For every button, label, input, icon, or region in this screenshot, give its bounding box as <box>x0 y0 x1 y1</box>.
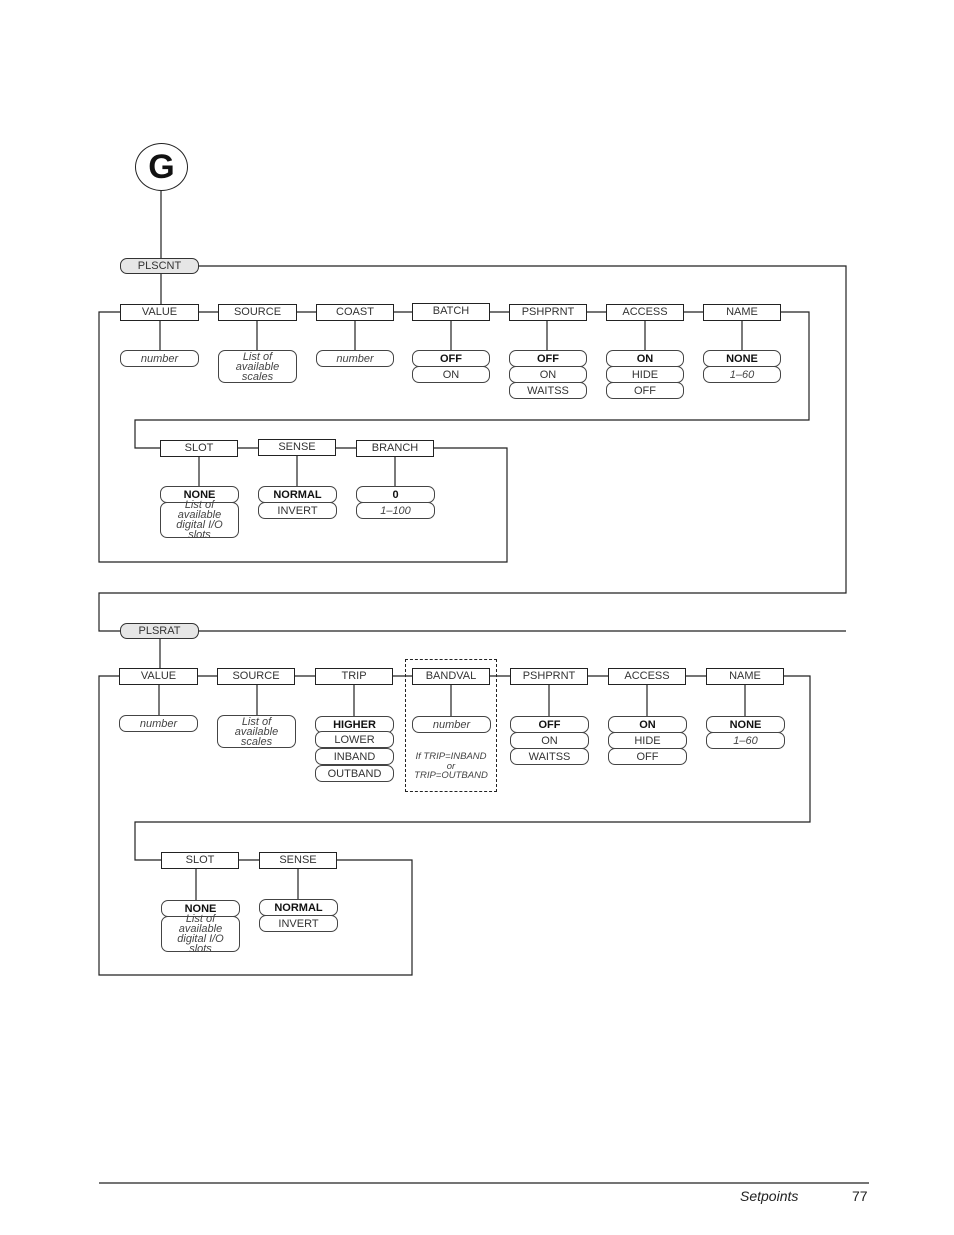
option-access-hide[interactable]: HIDE <box>606 366 684 383</box>
option-sense-invert[interactable]: INVERT <box>258 502 337 519</box>
menu-branch[interactable]: BRANCH <box>356 440 434 457</box>
menu-batch[interactable]: BATCH <box>412 303 490 321</box>
menu-pshprnt[interactable]: PSHPRNT <box>510 668 588 685</box>
option-trip-outband[interactable]: OUTBAND <box>315 765 394 782</box>
option-trip-lower[interactable]: LOWER <box>315 731 394 748</box>
menu-source[interactable]: SOURCE <box>218 304 297 321</box>
option-slot-list[interactable]: List of available digital I/O slots <box>160 500 239 541</box>
menu-slot[interactable]: SLOT <box>160 440 238 457</box>
option-access-on[interactable]: ON <box>608 716 687 733</box>
option-sense-normal[interactable]: NORMAL <box>258 486 337 503</box>
option-name-none[interactable]: NONE <box>703 350 781 367</box>
option-access-off[interactable]: OFF <box>606 382 684 399</box>
option-value-number[interactable]: number <box>119 715 198 732</box>
menu-root-plscnt[interactable]: PLSCNT <box>120 258 199 274</box>
menu-value[interactable]: VALUE <box>120 304 199 321</box>
menu-coast[interactable]: COAST <box>316 304 394 321</box>
option-pshprnt-off[interactable]: OFF <box>510 716 589 733</box>
menu-name[interactable]: NAME <box>706 668 784 685</box>
option-slot-list[interactable]: List of available digital I/O slots <box>161 914 240 955</box>
option-name-range[interactable]: 1–60 <box>703 366 781 383</box>
footer-section-title: Setpoints <box>740 1188 799 1204</box>
note-line: TRIP=OUTBAND <box>414 770 488 781</box>
entry-marker-label: G <box>148 147 175 186</box>
connector-lines <box>98 191 869 1184</box>
menu-access[interactable]: ACCESS <box>606 304 684 321</box>
option-branch-zero[interactable]: 0 <box>356 486 435 503</box>
menu-source[interactable]: SOURCE <box>217 668 295 685</box>
option-sense-normal[interactable]: NORMAL <box>259 899 338 916</box>
option-batch-off[interactable]: OFF <box>412 350 490 367</box>
option-pshprnt-off[interactable]: OFF <box>509 350 587 367</box>
bandval-condition-note: If TRIP=INBAND or TRIP=OUTBAND <box>407 752 495 781</box>
menu-slot[interactable]: SLOT <box>161 852 239 869</box>
option-access-on[interactable]: ON <box>606 350 684 367</box>
menu-trip[interactable]: TRIP <box>315 668 393 685</box>
option-value-number[interactable]: number <box>120 350 199 367</box>
option-branch-range[interactable]: 1–100 <box>356 502 435 519</box>
menu-sense[interactable]: SENSE <box>259 852 337 869</box>
option-pshprnt-on[interactable]: ON <box>510 732 589 749</box>
option-source-scales[interactable]: List of available scales <box>217 715 296 748</box>
menu-pshprnt[interactable]: PSHPRNT <box>509 304 587 321</box>
menu-value[interactable]: VALUE <box>119 668 198 685</box>
option-access-hide[interactable]: HIDE <box>608 732 687 749</box>
option-batch-on[interactable]: ON <box>412 366 490 383</box>
option-access-off[interactable]: OFF <box>608 748 687 765</box>
menu-access[interactable]: ACCESS <box>608 668 686 685</box>
option-source-scales[interactable]: List of available scales <box>218 350 297 383</box>
option-name-none[interactable]: NONE <box>706 716 785 733</box>
option-pshprnt-waitss[interactable]: WAITSS <box>509 382 587 399</box>
footer-page-number: 77 <box>852 1188 868 1204</box>
option-coast-number[interactable]: number <box>316 350 394 367</box>
option-sense-invert[interactable]: INVERT <box>259 915 338 932</box>
option-pshprnt-waitss[interactable]: WAITSS <box>510 748 589 765</box>
option-name-range[interactable]: 1–60 <box>706 732 785 749</box>
option-bandval-number[interactable]: number <box>412 716 491 733</box>
menu-sense[interactable]: SENSE <box>258 439 336 456</box>
entry-marker-circle: G <box>135 143 188 191</box>
menu-bandval[interactable]: BANDVAL <box>412 668 490 685</box>
option-trip-inband[interactable]: INBAND <box>315 748 394 765</box>
menu-name[interactable]: NAME <box>703 304 781 321</box>
menu-root-plsrat[interactable]: PLSRAT <box>120 623 199 639</box>
option-pshprnt-on[interactable]: ON <box>509 366 587 383</box>
